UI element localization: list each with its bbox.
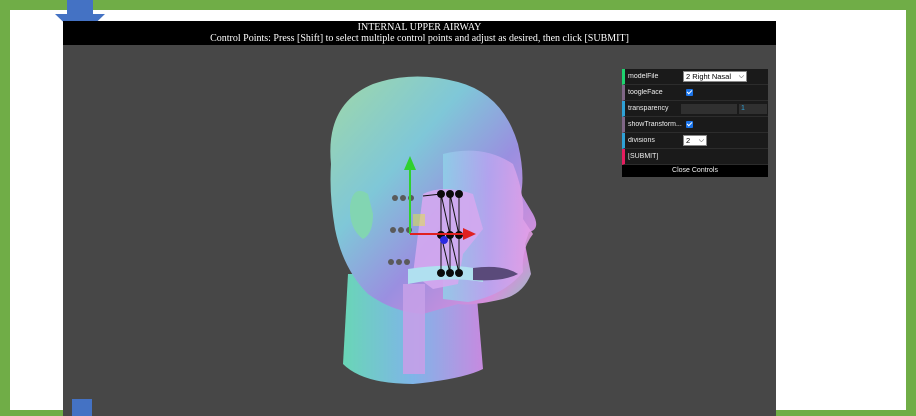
divisions-select[interactable]: 2 ⌵ (683, 135, 707, 146)
showtransform-label: showTransform... (628, 121, 682, 128)
chevron-down-icon: ⌵ (698, 137, 704, 144)
toggleface-row: toogleFace (622, 85, 768, 101)
modelfile-value: 2 Right Nasal (686, 72, 732, 81)
control-point (437, 190, 445, 198)
three-d-viewport[interactable]: INTERNAL UPPER AIRWAY Control Points: Pr… (63, 21, 776, 416)
modelfile-label: modelFile (628, 73, 659, 80)
transparency-row: transparency 1 (622, 101, 768, 117)
modelfile-select[interactable]: 2 Right Nasal ⌵ (683, 71, 747, 82)
instructions-bar: INTERNAL UPPER AIRWAY Control Points: Pr… (63, 21, 776, 45)
divisions-row: divisions 2 ⌵ (622, 133, 768, 149)
transparency-label: transparency (628, 105, 669, 112)
divisions-value: 2 (686, 136, 691, 145)
modelfile-row: modelFile 2 Right Nasal ⌵ (622, 69, 768, 85)
airway-tube (403, 284, 425, 374)
close-controls-button[interactable]: Close Controls (622, 165, 768, 177)
square-marker-icon (72, 399, 92, 416)
control-point (446, 269, 454, 277)
instructions-text: Control Points: Press [Shift] to select … (210, 33, 629, 44)
toggleface-label: toogleFace (628, 89, 663, 96)
toggleface-checkbox[interactable] (686, 89, 693, 96)
controls-panel[interactable]: modelFile 2 Right Nasal ⌵ toogleFace tra… (622, 69, 768, 177)
gizmo-plane-handle (413, 214, 425, 226)
transparency-value[interactable]: 1 (739, 104, 767, 114)
submit-button[interactable]: [SUBMIT] (628, 153, 682, 160)
control-point (455, 190, 463, 198)
showtransform-row: showTransform... (622, 117, 768, 133)
divisions-label: divisions (628, 137, 655, 144)
transparency-slider[interactable] (681, 104, 737, 114)
control-point (455, 269, 463, 277)
control-point (446, 190, 454, 198)
page-title: INTERNAL UPPER AIRWAY (357, 22, 482, 33)
control-point (437, 269, 445, 277)
chevron-down-icon: ⌵ (738, 73, 744, 80)
showtransform-checkbox[interactable] (686, 121, 693, 128)
gizmo-z-handle (440, 236, 448, 244)
submit-row[interactable]: [SUBMIT] (622, 149, 768, 165)
